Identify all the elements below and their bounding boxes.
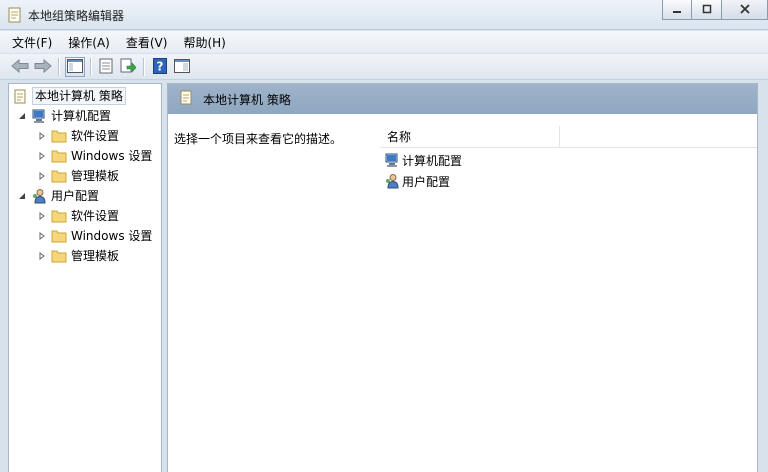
- tree-item-label: 软件设置: [71, 209, 120, 223]
- expand-arrow-icon[interactable]: [37, 131, 47, 141]
- tree-item-admin-templates[interactable]: 管理模板: [37, 166, 119, 186]
- show-hide-tree-icon: [67, 58, 83, 76]
- tree-item-label: 计算机配置: [51, 109, 112, 123]
- tree-item-software-settings[interactable]: 软件设置: [37, 206, 119, 226]
- tree-item-label: 管理模板: [71, 249, 120, 263]
- window-border: [758, 83, 768, 472]
- maximize-icon: [702, 3, 712, 17]
- tree-item-label: Windows 设置: [71, 229, 153, 243]
- menu-file[interactable]: 文件(F): [12, 34, 52, 51]
- properties-icon: [99, 58, 113, 77]
- tree-item-label: 本地计算机 策略: [32, 87, 126, 105]
- show-hide-action-pane-icon: [174, 58, 190, 76]
- column-name-header[interactable]: 名称: [380, 126, 560, 148]
- tree-item-label: 管理模板: [71, 169, 120, 183]
- svg-text:?: ?: [157, 59, 164, 73]
- tree-item-label: 用户配置: [51, 189, 100, 203]
- close-icon: [739, 3, 750, 17]
- minimize-button[interactable]: [662, 0, 692, 20]
- window-controls: [662, 0, 768, 20]
- navigation-tree: 本地计算机 策略 计算机配置 软件设置 Windows 设置 管理模板 用户配置…: [8, 83, 162, 472]
- back-button[interactable]: [10, 57, 30, 77]
- expand-arrow-icon[interactable]: [37, 251, 47, 261]
- tree-item-windows-settings[interactable]: Windows 设置: [37, 226, 152, 246]
- user-config-icon: [31, 188, 47, 204]
- toolbar-separator: [58, 58, 59, 76]
- folder-icon: [51, 148, 67, 164]
- minimize-icon: [672, 3, 682, 17]
- help-button[interactable]: ?: [150, 57, 170, 77]
- folder-icon: [51, 128, 67, 144]
- details-header-title: 本地计算机 策略: [203, 92, 291, 107]
- tree-item-admin-templates[interactable]: 管理模板: [37, 246, 119, 266]
- list-item-label: 用户配置: [402, 174, 451, 189]
- forward-arrow-icon: [34, 58, 52, 76]
- show-hide-tree-button[interactable]: [65, 57, 85, 77]
- forward-button[interactable]: [33, 57, 53, 77]
- show-hide-action-pane-button[interactable]: [172, 57, 192, 77]
- help-icon: ?: [153, 57, 167, 77]
- tree-item-root[interactable]: 本地计算机 策略: [12, 86, 126, 106]
- menu-help[interactable]: 帮助(H): [183, 34, 225, 51]
- tree-item-label: 软件设置: [71, 129, 120, 143]
- expand-arrow-icon[interactable]: [37, 171, 47, 181]
- expand-arrow-icon[interactable]: [37, 151, 47, 161]
- list-column-header: 名称: [380, 126, 757, 148]
- computer-config-icon: [31, 108, 47, 124]
- close-button[interactable]: [722, 0, 768, 20]
- menu-bar: 文件(F) 操作(A) 查看(V) 帮助(H): [0, 31, 768, 53]
- list-item-user-config[interactable]: 用户配置: [384, 171, 450, 191]
- details-header: 本地计算机 策略: [168, 84, 757, 114]
- folder-icon: [51, 248, 67, 264]
- details-pane: 本地计算机 策略 选择一个项目来查看它的描述。 名称 计算机配置 用户配置: [167, 83, 758, 472]
- export-list-icon: [120, 58, 137, 77]
- export-list-button[interactable]: [118, 57, 138, 77]
- expand-arrow-icon[interactable]: [37, 211, 47, 221]
- tree-item-user-config[interactable]: 用户配置: [17, 186, 99, 206]
- user-config-icon: [384, 173, 400, 189]
- policy-document-icon: [180, 90, 193, 108]
- expand-arrow-icon[interactable]: [37, 231, 47, 241]
- title-bar: 本地组策略编辑器: [0, 0, 768, 30]
- description-text: 选择一个项目来查看它的描述。: [174, 132, 343, 146]
- tree-item-computer-config[interactable]: 计算机配置: [17, 106, 111, 126]
- maximize-button[interactable]: [692, 0, 722, 20]
- list-item-computer-config[interactable]: 计算机配置: [384, 150, 462, 170]
- policy-document-icon: [12, 88, 28, 104]
- menu-action[interactable]: 操作(A): [68, 34, 110, 51]
- folder-icon: [51, 168, 67, 184]
- toolbar-separator: [143, 58, 144, 76]
- collapse-arrow-icon[interactable]: [17, 191, 27, 201]
- policy-document-icon: [8, 7, 22, 23]
- item-list: 名称 计算机配置 用户配置: [380, 126, 757, 472]
- toolbar-separator: [90, 58, 91, 76]
- tree-item-label: Windows 设置: [71, 149, 153, 163]
- toolbar: ?: [0, 54, 768, 80]
- computer-config-icon: [384, 152, 400, 168]
- tree-item-software-settings[interactable]: 软件设置: [37, 126, 119, 146]
- folder-icon: [51, 228, 67, 244]
- list-item-label: 计算机配置: [402, 153, 463, 168]
- window-title: 本地组策略编辑器: [28, 9, 125, 23]
- collapse-arrow-icon[interactable]: [17, 111, 27, 121]
- properties-button[interactable]: [96, 57, 116, 77]
- tree-item-windows-settings[interactable]: Windows 设置: [37, 146, 152, 166]
- menu-view[interactable]: 查看(V): [126, 34, 168, 51]
- back-arrow-icon: [11, 58, 29, 76]
- folder-icon: [51, 208, 67, 224]
